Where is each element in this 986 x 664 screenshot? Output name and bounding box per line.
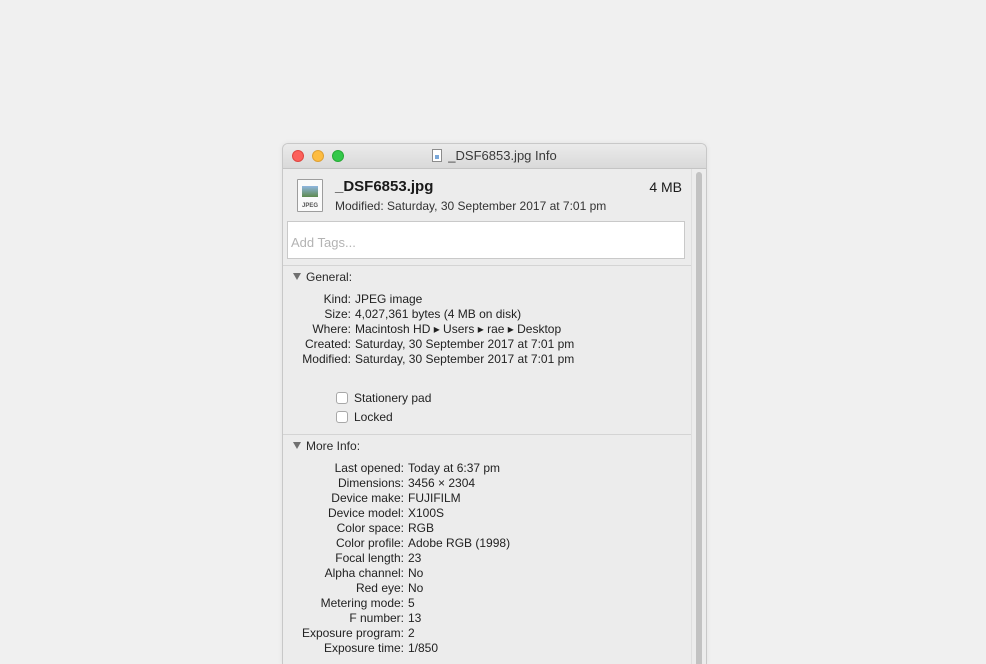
window-title-wrap: _DSF6853.jpg Info bbox=[283, 148, 706, 163]
info-value: 23 bbox=[408, 551, 422, 565]
info-key: Metering mode: bbox=[320, 596, 404, 610]
divider bbox=[283, 265, 692, 266]
info-value: Today at 6:37 pm bbox=[408, 461, 501, 475]
more-info-section-header[interactable]: More Info: bbox=[293, 439, 360, 453]
divider bbox=[283, 434, 692, 435]
scrollbar-thumb[interactable] bbox=[696, 172, 702, 664]
info-content: JPEG _DSF6853.jpg 4 MB Modified: Saturda… bbox=[283, 169, 692, 664]
file-name: _DSF6853.jpg bbox=[335, 178, 434, 195]
info-value: Saturday, 30 September 2017 at 7:01 pm bbox=[355, 352, 575, 366]
info-key: Alpha channel: bbox=[324, 566, 404, 580]
info-key: Created: bbox=[304, 337, 351, 351]
info-key: Exposure program: bbox=[301, 626, 404, 640]
more-info-section-title: More Info: bbox=[306, 439, 361, 453]
info-value: X100S bbox=[408, 506, 445, 520]
info-key: Device model: bbox=[327, 506, 404, 520]
file-size: 4 MB bbox=[649, 179, 682, 195]
info-value: 3456 × 2304 bbox=[408, 476, 476, 490]
info-key: Size: bbox=[324, 307, 351, 321]
info-value: No bbox=[408, 566, 424, 580]
info-window: _DSF6853.jpg Info JPEG _DSF6853.jpg 4 MB… bbox=[282, 143, 707, 664]
info-value: 4,027,361 bytes (4 MB on disk) bbox=[355, 307, 522, 321]
info-value: Macintosh HD ▸ Users ▸ rae ▸ Desktop bbox=[355, 322, 562, 336]
info-key: Modified: bbox=[302, 352, 351, 366]
info-key: Where: bbox=[312, 322, 351, 336]
file-preview-thumbnail bbox=[302, 186, 318, 197]
stationery-pad-checkbox[interactable] bbox=[336, 392, 348, 404]
stationery-pad-label: Stationery pad bbox=[354, 391, 432, 405]
disclosure-triangle-icon[interactable] bbox=[293, 273, 301, 280]
info-key: Color space: bbox=[336, 521, 404, 535]
info-key: Last opened: bbox=[334, 461, 404, 475]
info-value: No bbox=[408, 581, 424, 595]
disclosure-triangle-icon[interactable] bbox=[293, 442, 301, 449]
info-key: Device make: bbox=[331, 491, 404, 505]
file-modified: Modified: Saturday, 30 September 2017 at… bbox=[335, 199, 607, 213]
jpeg-file-icon: JPEG bbox=[297, 179, 323, 212]
file-type-label: JPEG bbox=[301, 203, 318, 209]
info-key: Red eye: bbox=[355, 581, 404, 595]
window-title: _DSF6853.jpg Info bbox=[448, 148, 557, 163]
title-bar[interactable]: _DSF6853.jpg Info bbox=[283, 144, 706, 169]
info-value: 13 bbox=[408, 611, 422, 625]
info-value: Adobe RGB (1998) bbox=[408, 536, 511, 550]
info-key: Focal length: bbox=[335, 551, 404, 565]
info-key: Dimensions: bbox=[337, 476, 404, 490]
info-value: FUJIFILM bbox=[408, 491, 461, 505]
stationery-pad-row[interactable]: Stationery pad bbox=[336, 391, 431, 405]
info-value: RGB bbox=[408, 521, 435, 535]
info-value: 5 bbox=[408, 596, 415, 610]
tags-input[interactable] bbox=[287, 221, 685, 259]
document-icon bbox=[432, 149, 443, 162]
info-value: Saturday, 30 September 2017 at 7:01 pm bbox=[355, 337, 575, 351]
info-value: JPEG image bbox=[355, 292, 423, 306]
general-section-title: General: bbox=[306, 270, 353, 284]
info-key: F number: bbox=[349, 611, 404, 625]
info-key: Exposure time: bbox=[323, 641, 404, 655]
info-value: 1/850 bbox=[408, 641, 439, 655]
general-section-header[interactable]: General: bbox=[293, 270, 352, 284]
locked-label: Locked bbox=[354, 410, 393, 424]
info-key: Color profile: bbox=[335, 536, 404, 550]
scrollbar[interactable] bbox=[691, 169, 706, 664]
locked-row[interactable]: Locked bbox=[336, 410, 393, 424]
info-value: 2 bbox=[408, 626, 415, 640]
info-key: Kind: bbox=[323, 292, 351, 306]
locked-checkbox[interactable] bbox=[336, 411, 348, 423]
